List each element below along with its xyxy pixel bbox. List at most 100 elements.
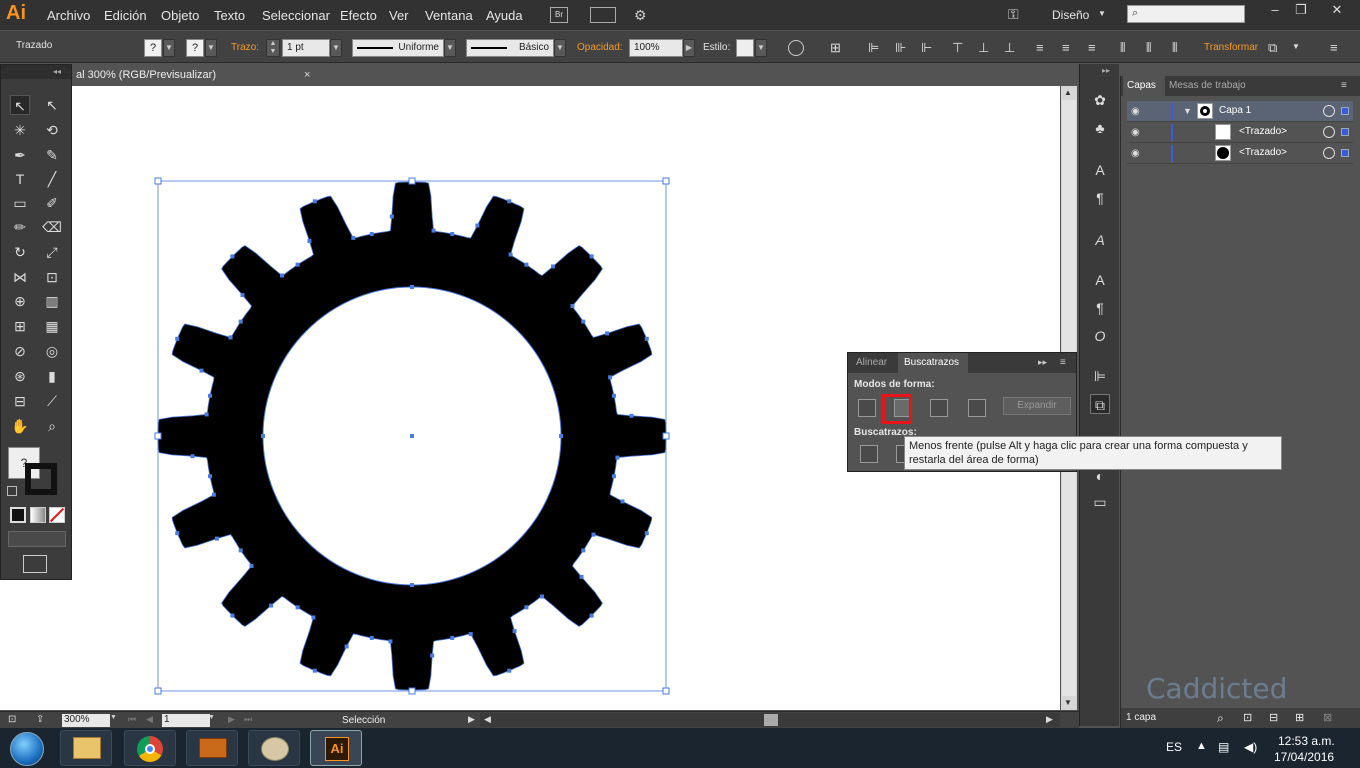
anchor-point[interactable] [238,319,243,324]
anchor-point[interactable] [269,603,274,608]
stroke-label[interactable]: Trazo: [231,42,259,53]
handle-top-right[interactable] [662,177,670,185]
circle-anchor-point[interactable] [559,434,563,438]
menu-seleccionar[interactable]: Seleccionar [262,8,330,23]
divide-button[interactable] [860,445,878,463]
line-tool-icon[interactable]: ╱ [42,169,62,189]
clipping-mask-icon[interactable]: ⊡ [1243,708,1252,728]
paragraph-styles-icon[interactable]: ¶ [1090,188,1110,208]
align-panel-icon[interactable]: ⊫ [1090,366,1110,386]
collapse-panel-icon[interactable]: ▸▸ [1038,357,1047,368]
distribute-center-icon[interactable]: ⫴ [1146,40,1151,56]
prev-artboard-icon[interactable]: ◀ [146,714,153,725]
anchor-point[interactable] [208,474,212,479]
chart-tool-icon[interactable]: ▥ [42,291,62,311]
paint-taskbar-button[interactable] [248,730,300,766]
tools-panel-header[interactable]: ◂◂ [1,65,71,79]
anchor-point[interactable] [175,531,180,536]
align-center-icon[interactable]: ⊪ [895,40,906,56]
anchor-point[interactable] [312,199,317,204]
expand-triangle-icon[interactable]: ▼ [1183,106,1192,116]
anchor-point[interactable] [389,214,394,219]
zoom-tool-icon[interactable]: ⌕ [42,416,62,436]
panel-menu-icon[interactable]: ≡ [1060,357,1066,368]
mesh-tool-icon[interactable]: ⊞ [10,316,30,336]
distribute-left-icon[interactable]: ⫴ [1120,40,1125,56]
gradient-tool-icon[interactable]: ▦ [42,316,62,336]
anchor-point[interactable] [230,254,235,259]
anchor-point[interactable] [605,331,610,336]
anchor-point[interactable] [431,228,436,233]
gpu-performance-icon[interactable]: ⚙ [634,7,647,24]
locate-object-icon[interactable]: ⌕ [1217,708,1224,728]
circle-anchor-point[interactable] [261,434,265,438]
anchor-point[interactable] [351,235,356,240]
anchor-point[interactable] [211,492,216,497]
anchor-point[interactable] [550,264,555,269]
stroke-weight-dropdown[interactable]: ▼ [330,39,342,57]
network-icon[interactable]: ▤ [1218,740,1229,754]
curvature-tool-icon[interactable]: ✎ [42,145,62,165]
language-indicator[interactable]: ES [1166,740,1182,754]
opacity-dropdown[interactable]: ▶ [683,39,695,57]
chevron-down-icon[interactable]: ▼ [1098,9,1106,18]
close-window-button[interactable]: ✕ [1318,2,1356,20]
document-tab[interactable]: al 300% (RGB/Previsualizar) × [72,65,310,85]
anchor-point[interactable] [524,605,529,610]
align-middle-icon[interactable]: ⊥ [978,40,989,56]
menu-ver[interactable]: Ver [389,8,409,23]
opacity-input[interactable]: 100% [629,39,683,57]
handle-top-center[interactable] [408,177,416,185]
artboard-number-input[interactable]: 1 [162,714,210,727]
stroke-stepper[interactable]: ▲ ▼ [266,39,280,57]
brush-dropdown[interactable]: ▼ [554,39,566,57]
illustrator-taskbar-button[interactable]: Ai [310,730,362,766]
screen-mode-icon[interactable] [23,555,47,573]
variable-width-profile[interactable]: Uniforme [352,39,444,57]
menu-edicion[interactable]: Edición [104,8,147,23]
anchor-point[interactable] [608,375,613,380]
scroll-up-icon[interactable]: ▲ [1064,88,1072,97]
panel-menu-icon[interactable]: ≡ [1341,80,1347,91]
anchor-point[interactable] [214,536,219,541]
align-left-icon[interactable]: ⊫ [868,40,879,56]
unite-button[interactable] [858,399,876,417]
handle-bottom-right[interactable] [662,687,670,695]
anchor-point[interactable] [644,531,649,536]
close-tab-icon[interactable]: × [304,65,310,85]
graphic-style-swatch[interactable] [736,39,754,57]
character-panel-icon[interactable]: A [1090,270,1110,290]
scroll-down-icon[interactable]: ▼ [1064,698,1072,707]
new-layer-icon[interactable]: ⊞ [1295,708,1304,728]
anchor-point[interactable] [507,199,512,204]
width-tool-icon[interactable]: ⋈ [10,267,30,287]
search-input[interactable]: ⌕ [1127,5,1245,23]
scroll-left-icon[interactable]: ◀ [484,714,491,725]
tab-mesas-de-trabajo[interactable]: Mesas de trabajo [1169,80,1246,91]
delete-layer-icon[interactable]: ⊠ [1323,708,1332,728]
menu-objeto[interactable]: Objeto [161,8,199,23]
anchor-point[interactable] [570,304,575,308]
rectangle-tool-icon[interactable]: ▭ [10,193,30,213]
volume-icon[interactable]: ◀) [1244,740,1257,754]
direct-selection-tool-icon[interactable]: ↖ [42,95,62,115]
paragraph-panel-icon[interactable]: ¶ [1090,298,1110,318]
exclude-button[interactable] [968,399,986,417]
column-graph-tool-icon[interactable]: ▮ [42,366,62,386]
anchor-point[interactable] [450,636,455,640]
lasso-tool-icon[interactable]: ⟲ [42,120,62,140]
anchor-point[interactable] [468,632,473,637]
selection-indicator[interactable] [1341,149,1349,157]
menu-ventana[interactable]: Ventana [425,8,473,23]
slice-tool-icon[interactable]: ⟋ [42,391,62,411]
anchor-point[interactable] [579,574,584,579]
anchor-point[interactable] [228,335,233,340]
anchor-point[interactable] [208,393,212,398]
fill-dropdown[interactable]: ▼ [163,39,175,57]
explorer-taskbar-button[interactable] [60,730,112,766]
tab-alinear[interactable]: Alinear [856,357,887,368]
isolate-icon[interactable]: ⧉ [1268,40,1277,56]
pathfinder-panel-icon[interactable]: ⧉ [1090,394,1110,414]
target-icon[interactable] [1323,147,1335,159]
clock-date[interactable]: 17/04/2016 [1274,750,1334,764]
